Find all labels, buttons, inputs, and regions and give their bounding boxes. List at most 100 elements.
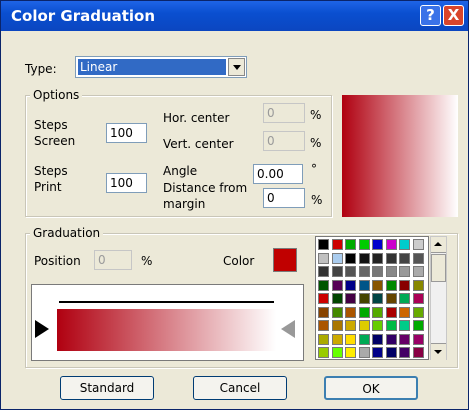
palette-color-cell[interactable] [385, 266, 397, 277]
cancel-button[interactable]: Cancel [193, 376, 287, 400]
palette-color-cell[interactable] [399, 239, 410, 250]
end-marker-icon[interactable] [281, 320, 295, 338]
palette-color-cell[interactable] [412, 239, 424, 250]
palette-color-cell[interactable] [412, 252, 424, 264]
palette-color-cell[interactable] [358, 320, 370, 331]
scroll-thumb[interactable] [431, 254, 446, 282]
palette-color-cell[interactable] [372, 239, 383, 250]
palette-color-cell[interactable] [318, 333, 329, 345]
close-button[interactable]: X [443, 5, 464, 26]
palette-color-cell[interactable] [331, 320, 343, 331]
palette-color-cell[interactable] [318, 252, 329, 264]
help-button[interactable]: ? [420, 5, 441, 26]
palette-color-cell[interactable] [372, 333, 383, 345]
palette-color-cell[interactable] [385, 293, 397, 304]
palette-color-cell[interactable] [331, 306, 343, 318]
distance-input[interactable]: 0 [263, 188, 305, 208]
palette-color-cell[interactable] [345, 320, 356, 331]
palette-color-cell[interactable] [385, 306, 397, 318]
vert-center-input[interactable]: 0 [263, 131, 305, 151]
graduation-editor[interactable] [31, 284, 304, 361]
palette-color-cell[interactable] [412, 266, 424, 277]
scroll-up-button[interactable] [431, 237, 446, 253]
palette-color-cell[interactable] [412, 333, 424, 345]
palette-color-cell[interactable] [331, 347, 343, 358]
palette-color-cell[interactable] [358, 306, 370, 318]
palette-color-cell[interactable] [399, 252, 410, 264]
palette-color-cell[interactable] [345, 293, 356, 304]
palette-color-cell[interactable] [385, 252, 397, 264]
palette-color-cell[interactable] [412, 347, 424, 358]
palette-color-cell[interactable] [358, 279, 370, 291]
palette-color-cell[interactable] [372, 279, 383, 291]
hor-center-input[interactable]: 0 [263, 103, 305, 123]
palette-color-cell[interactable] [331, 333, 343, 345]
palette-color-cell[interactable] [385, 279, 397, 291]
color-palette[interactable] [315, 236, 429, 360]
palette-color-cell[interactable] [345, 279, 356, 291]
palette-color-cell[interactable] [372, 293, 383, 304]
palette-color-cell[interactable] [331, 252, 343, 264]
palette-color-cell[interactable] [331, 266, 343, 277]
position-input[interactable]: 0 [94, 250, 132, 270]
palette-color-cell[interactable] [358, 347, 370, 358]
palette-color-cell[interactable] [331, 279, 343, 291]
palette-color-cell[interactable] [345, 239, 356, 250]
palette-color-cell[interactable] [399, 320, 410, 331]
palette-color-cell[interactable] [412, 320, 424, 331]
steps-screen-input[interactable]: 100 [106, 123, 147, 143]
palette-color-cell[interactable] [318, 266, 329, 277]
palette-color-cell[interactable] [399, 347, 410, 358]
palette-color-cell[interactable] [399, 279, 410, 291]
steps-screen-label-1: Steps [34, 118, 68, 132]
steps-screen-label-2: Screen [34, 134, 76, 148]
palette-color-cell[interactable] [399, 293, 410, 304]
palette-color-cell[interactable] [372, 347, 383, 358]
palette-color-cell[interactable] [330, 238, 344, 251]
palette-color-cell[interactable] [318, 279, 329, 291]
palette-color-cell[interactable] [358, 333, 370, 345]
palette-color-cell[interactable] [358, 252, 370, 264]
palette-color-cell[interactable] [345, 347, 356, 358]
palette-color-cell[interactable] [372, 252, 383, 264]
steps-print-input[interactable]: 100 [106, 173, 147, 193]
palette-color-cell[interactable] [399, 333, 410, 345]
color-swatch[interactable] [273, 248, 297, 272]
palette-color-cell[interactable] [372, 266, 383, 277]
standard-button[interactable]: Standard [60, 376, 154, 400]
palette-color-cell[interactable] [412, 293, 424, 304]
palette-color-cell[interactable] [345, 252, 356, 264]
palette-color-cell[interactable] [318, 347, 329, 358]
palette-color-cell[interactable] [358, 266, 370, 277]
palette-color-cell[interactable] [385, 239, 397, 250]
color-label: Color [223, 254, 255, 268]
palette-color-cell[interactable] [399, 306, 410, 318]
palette-color-cell[interactable] [331, 293, 343, 304]
ok-button[interactable]: OK [324, 376, 418, 400]
palette-color-cell[interactable] [372, 320, 383, 331]
palette-color-cell[interactable] [399, 266, 410, 277]
type-select[interactable]: Linear [75, 56, 247, 78]
palette-color-cell[interactable] [385, 333, 397, 345]
palette-color-cell[interactable] [385, 320, 397, 331]
angle-unit: ° [311, 162, 317, 176]
palette-color-cell[interactable] [358, 293, 370, 304]
graduation-bar[interactable] [57, 309, 276, 351]
scroll-down-button[interactable] [431, 343, 446, 360]
palette-color-cell[interactable] [345, 333, 356, 345]
palette-color-cell[interactable] [385, 347, 397, 358]
palette-color-cell[interactable] [412, 279, 424, 291]
palette-color-cell[interactable] [412, 306, 424, 318]
palette-color-cell[interactable] [358, 239, 370, 250]
angle-input[interactable]: 0.00 [253, 164, 303, 184]
palette-scrollbar[interactable] [430, 236, 447, 360]
palette-color-cell[interactable] [345, 266, 356, 277]
start-marker-icon[interactable] [35, 320, 49, 338]
palette-color-cell[interactable] [318, 239, 329, 250]
chevron-down-icon[interactable] [228, 58, 245, 76]
palette-color-cell[interactable] [345, 306, 356, 318]
palette-color-cell[interactable] [318, 306, 329, 318]
palette-color-cell[interactable] [318, 320, 329, 331]
palette-color-cell[interactable] [372, 306, 383, 318]
palette-color-cell[interactable] [318, 293, 329, 304]
